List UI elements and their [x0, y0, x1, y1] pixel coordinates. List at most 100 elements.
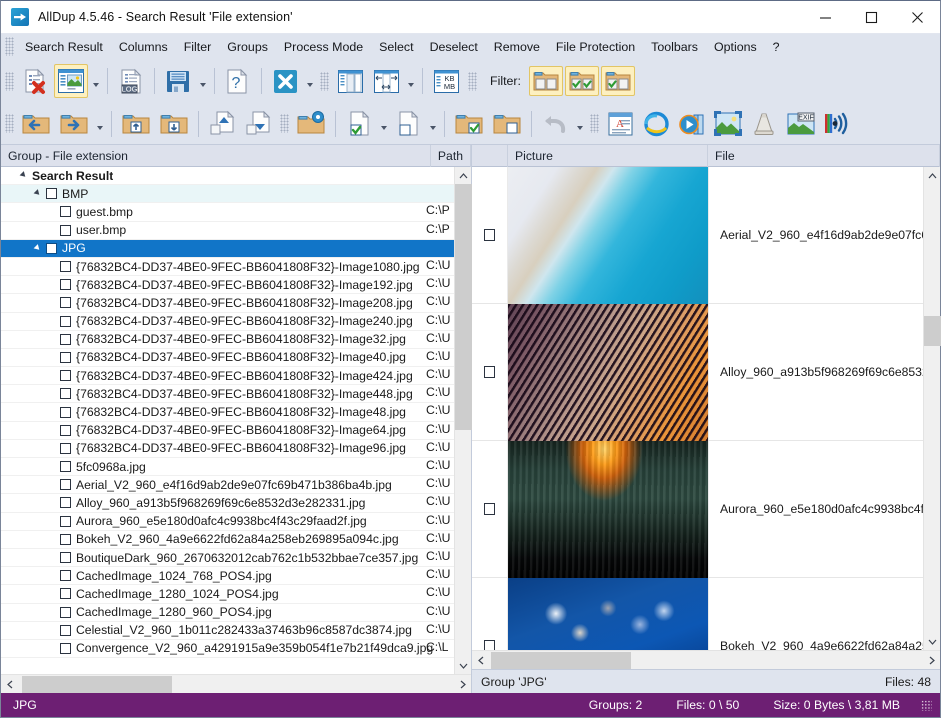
deselect-file-caret-icon[interactable] — [426, 107, 439, 141]
undo-move-left-button[interactable] — [18, 107, 54, 141]
menu-deselect[interactable]: Deselect — [422, 37, 486, 57]
close-search-caret-icon[interactable] — [303, 64, 316, 98]
picture-row[interactable]: Bokeh_V2_960_4a9e6622fd62a84a258eb — [472, 578, 923, 650]
menu-search-result[interactable]: Search Result — [17, 37, 111, 57]
menu-process-mode[interactable]: Process Mode — [276, 37, 371, 57]
tree-row-checkbox[interactable] — [60, 407, 71, 418]
picture-thumbnail-cell[interactable] — [508, 304, 708, 440]
move-caret-icon[interactable] — [93, 107, 106, 141]
tree-row-checkbox[interactable] — [60, 534, 71, 545]
picture-scroll-up-button[interactable] — [924, 167, 940, 184]
picture-thumbnail-cell[interactable] — [508, 578, 708, 650]
redo-move-right-button[interactable] — [56, 107, 92, 141]
tree-row[interactable]: BMP — [1, 185, 454, 203]
undo-button[interactable] — [538, 107, 572, 141]
tree-row-checkbox[interactable] — [60, 570, 71, 581]
tree-horizontal-scrollbar[interactable] — [1, 674, 471, 693]
tree-row-checkbox[interactable] — [60, 425, 71, 436]
menu-options[interactable]: Options — [706, 37, 765, 57]
picture-hscroll-right-button[interactable] — [923, 656, 940, 665]
tree-column-group[interactable]: Group - File extension — [1, 145, 431, 167]
log-button[interactable]: LOG — [114, 64, 148, 98]
open-vlc-button[interactable] — [747, 107, 781, 141]
tree-row[interactable]: user.bmpC:\P — [1, 222, 454, 240]
tree-row[interactable]: Aurora_960_e5e180d0afc4c9938bc4f43c29faa… — [1, 513, 454, 531]
save-button[interactable] — [161, 64, 195, 98]
close-search-button[interactable] — [268, 64, 302, 98]
tree-row-checkbox[interactable] — [60, 225, 71, 236]
select-file-button[interactable] — [342, 107, 376, 141]
picture-row[interactable]: Aurora_960_e5e180d0afc4c9938bc4f43c — [472, 441, 923, 578]
tree-scroll-down-button[interactable] — [455, 657, 471, 674]
expander-arrow-icon[interactable] — [20, 171, 29, 180]
tree-row-checkbox[interactable] — [46, 243, 57, 254]
menu-drag-grip[interactable] — [5, 37, 14, 56]
tree-row[interactable]: {76832BC4-DD37-4BE0-9FEC-BB6041808F32}-I… — [1, 258, 454, 276]
autofit-columns-caret-icon[interactable] — [404, 64, 417, 98]
picture-hscroll-thumb[interactable] — [491, 652, 631, 669]
save-caret-icon[interactable] — [196, 64, 209, 98]
tree-row[interactable]: Bokeh_V2_960_4a9e6622fd62a84a258eb269895… — [1, 531, 454, 549]
tree-row[interactable]: CachedImage_1280_1024_POS4.jpgC:\U — [1, 585, 454, 603]
exif-viewer-button[interactable]: EXIF — [783, 107, 819, 141]
deselect-file-button[interactable] — [391, 107, 425, 141]
tree-row-checkbox[interactable] — [60, 297, 71, 308]
tree-row[interactable]: {76832BC4-DD37-4BE0-9FEC-BB6041808F32}-I… — [1, 294, 454, 312]
tree-row[interactable]: Convergence_V2_960_a4291915a9e359b054f1e… — [1, 640, 454, 658]
picture-rows[interactable]: Aerial_V2_960_e4f16d9ab2de9e07fc69b4Allo… — [472, 167, 923, 650]
tree-row[interactable]: {76832BC4-DD37-4BE0-9FEC-BB6041808F32}-I… — [1, 385, 454, 403]
help-button[interactable]: ? — [221, 64, 255, 98]
picture-scroll-thumb[interactable] — [924, 316, 941, 346]
unit-size-button[interactable]: KB MB — [429, 64, 463, 98]
tree-row[interactable]: {76832BC4-DD37-4BE0-9FEC-BB6041808F32}-I… — [1, 403, 454, 421]
tree-hscroll-left-button[interactable] — [1, 680, 18, 689]
column-layout-button[interactable] — [333, 64, 367, 98]
delete-list-button[interactable] — [18, 64, 52, 98]
autofit-columns-button[interactable] — [369, 64, 403, 98]
tree-row[interactable]: {76832BC4-DD37-4BE0-9FEC-BB6041808F32}-I… — [1, 422, 454, 440]
tree-row[interactable]: Alloy_960_a913b5f968269f69c6e8532d3e2823… — [1, 494, 454, 512]
tree-row[interactable]: guest.bmpC:\P — [1, 203, 454, 221]
tree-row-checkbox[interactable] — [60, 370, 71, 381]
tree-row[interactable]: {76832BC4-DD37-4BE0-9FEC-BB6041808F32}-I… — [1, 440, 454, 458]
tree-row-checkbox[interactable] — [60, 643, 71, 654]
picture-row-checkbox-cell[interactable] — [472, 441, 508, 577]
menu-file-protection[interactable]: File Protection — [548, 37, 643, 57]
filter-partial-checked-button[interactable] — [601, 66, 635, 96]
tree-row[interactable]: Search Result — [1, 167, 454, 185]
tree-row[interactable]: Celestial_V2_960_1b011c282433a37463b96c8… — [1, 622, 454, 640]
menu-filter[interactable]: Filter — [176, 37, 220, 57]
tree-scroll-up-button[interactable] — [455, 167, 471, 184]
tree-row[interactable]: {76832BC4-DD37-4BE0-9FEC-BB6041808F32}-I… — [1, 367, 454, 385]
filter-section-grip[interactable] — [468, 72, 477, 91]
tree-row-checkbox[interactable] — [60, 588, 71, 599]
tree-vertical-scrollbar[interactable] — [454, 167, 471, 674]
menu-columns[interactable]: Columns — [111, 37, 176, 57]
filter-none-button[interactable] — [529, 66, 563, 96]
tree-rows[interactable]: Search ResultBMPguest.bmpC:\Puser.bmpC:\… — [1, 167, 454, 674]
tree-row-checkbox[interactable] — [60, 607, 71, 618]
menu-help[interactable]: ? — [765, 37, 788, 57]
picture-column-file[interactable]: File — [708, 145, 940, 167]
close-button[interactable] — [894, 1, 940, 33]
tree-row[interactable]: 5fc0968a.jpgC:\U — [1, 458, 454, 476]
tree-column-path[interactable]: Path — [431, 145, 471, 167]
picture-row-checkbox-cell[interactable] — [472, 578, 508, 650]
tree-hscroll-track[interactable] — [18, 676, 454, 693]
undo-caret-icon[interactable] — [573, 107, 586, 141]
picture-row-checkbox[interactable] — [484, 366, 495, 378]
tree-row[interactable]: {76832BC4-DD37-4BE0-9FEC-BB6041808F32}-I… — [1, 276, 454, 294]
tree-row-checkbox[interactable] — [60, 625, 71, 636]
tree-row[interactable]: {76832BC4-DD37-4BE0-9FEC-BB6041808F32}-I… — [1, 349, 454, 367]
picture-row-checkbox[interactable] — [484, 229, 495, 241]
tree-row-checkbox[interactable] — [60, 206, 71, 217]
tree-row[interactable]: {76832BC4-DD37-4BE0-9FEC-BB6041808F32}-I… — [1, 313, 454, 331]
tree-row-checkbox[interactable] — [60, 261, 71, 272]
picture-scroll-down-button[interactable] — [924, 633, 940, 650]
picture-scroll-track[interactable] — [924, 184, 940, 633]
picture-row-checkbox-cell[interactable] — [472, 167, 508, 303]
picture-thumbnail-cell[interactable] — [508, 167, 708, 303]
open-image-viewer-button[interactable] — [711, 107, 745, 141]
picture-row-checkbox[interactable] — [484, 640, 495, 650]
tree-row-checkbox[interactable] — [60, 497, 71, 508]
